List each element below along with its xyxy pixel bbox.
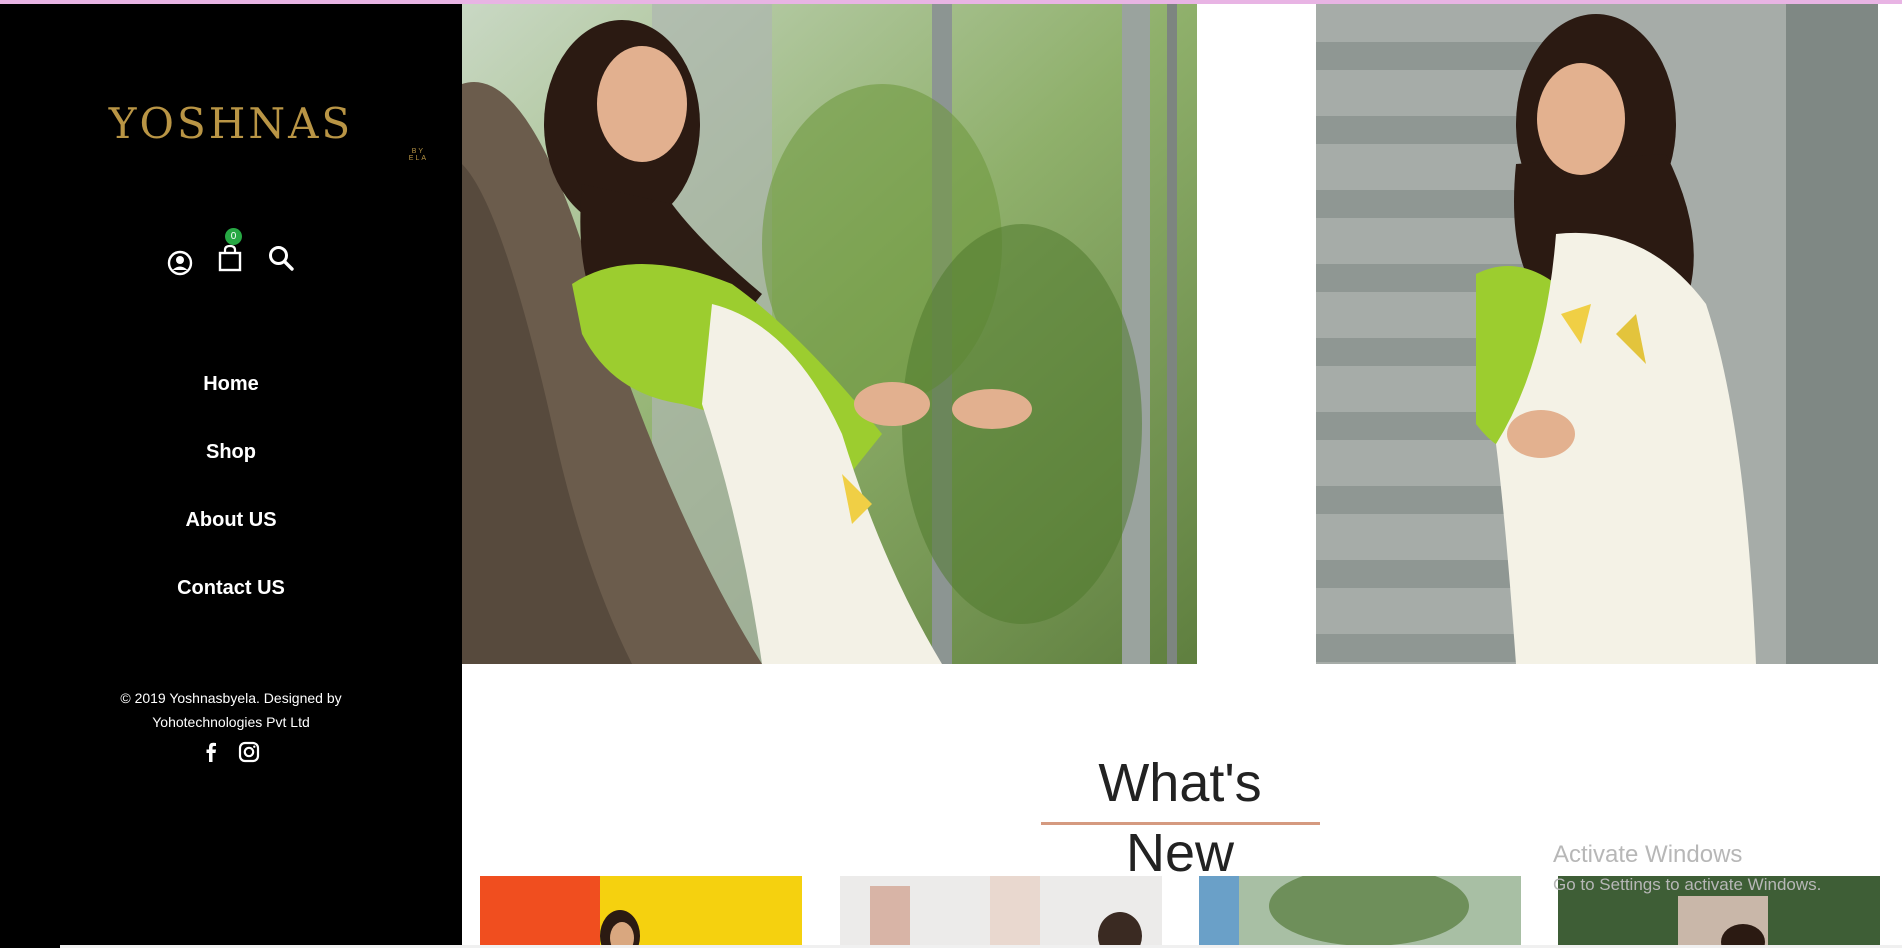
- brand-tagline: BY ELA: [408, 148, 429, 162]
- search-icon[interactable]: [267, 244, 295, 272]
- product-card[interactable]: [480, 876, 802, 948]
- instagram-icon[interactable]: [237, 740, 261, 764]
- nav-contact-us[interactable]: Contact US: [0, 570, 462, 638]
- brand-logo[interactable]: YOSHNAS BY ELA: [0, 99, 462, 163]
- social-links: [0, 740, 462, 766]
- section-title: What's New: [1098, 753, 1262, 883]
- copyright-line-2: Yohotechnologies Pvt Ltd: [152, 714, 310, 730]
- product-card[interactable]: [1199, 876, 1521, 948]
- brand-name: YOSHNAS: [108, 99, 354, 148]
- product-card[interactable]: [840, 876, 1162, 948]
- copyright: © 2019 Yoshnasbyela. Designed by Yohotec…: [100, 686, 362, 734]
- watermark-subtitle: Go to Settings to activate Windows.: [1553, 875, 1822, 894]
- hero-image-left[interactable]: [462, 4, 1197, 664]
- shopping-bag-icon[interactable]: 0: [217, 228, 245, 272]
- nav-shop[interactable]: Shop: [0, 434, 462, 502]
- header-icons: 0: [0, 228, 462, 282]
- nav-about-us[interactable]: About US: [0, 502, 462, 570]
- windows-activation-watermark: Activate Windows Go to Settings to activ…: [1553, 840, 1821, 900]
- sidebar: YOSHNAS BY ELA 0 Home Shop About US Cont…: [0, 4, 462, 948]
- facebook-icon[interactable]: [199, 740, 223, 764]
- copyright-line-1: © 2019 Yoshnasbyela. Designed by: [120, 690, 342, 706]
- nav-home[interactable]: Home: [0, 366, 462, 434]
- section-title-underline: [1041, 822, 1320, 825]
- hero-image-right[interactable]: [1316, 4, 1878, 664]
- cart-count-badge: 0: [225, 228, 242, 245]
- main-nav: Home Shop About US Contact US: [0, 366, 462, 638]
- user-circle-icon[interactable]: [167, 250, 195, 278]
- watermark-title: Activate Windows: [1553, 841, 1743, 868]
